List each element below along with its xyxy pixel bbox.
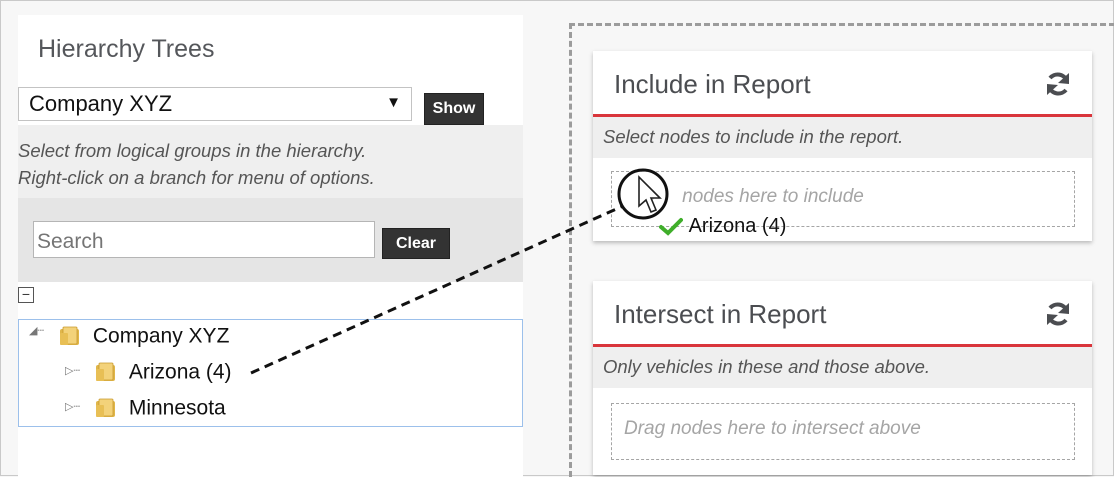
expand-arrow-icon[interactable]: ▷┄ bbox=[65, 400, 80, 413]
search-band: Clear bbox=[18, 198, 523, 282]
intersect-card: Intersect in Report Only vehicles in the… bbox=[593, 281, 1092, 475]
card-header: Intersect in Report bbox=[593, 281, 1092, 347]
card-subtitle: Only vehicles in these and those above. bbox=[593, 347, 1092, 388]
expand-arrow-icon[interactable]: ◢┄ bbox=[29, 324, 44, 337]
tree-node-root[interactable]: Company XYZ bbox=[59, 324, 229, 352]
card-title: Intersect in Report bbox=[614, 299, 827, 329]
app-frame: Hierarchy Trees Company XYZ ▼ Show Selec… bbox=[0, 0, 1114, 477]
tree-node-label: Minnesota bbox=[128, 396, 226, 420]
panel-title: Hierarchy Trees bbox=[38, 35, 215, 63]
collapse-icon[interactable]: − bbox=[18, 287, 34, 303]
folder-icon bbox=[96, 363, 115, 382]
hierarchy-panel: Hierarchy Trees Company XYZ ▼ Show Selec… bbox=[18, 15, 523, 477]
drop-area-border bbox=[569, 23, 572, 477]
dragged-item-label: Arizona (4) bbox=[688, 215, 787, 238]
dropzone-text: Drag nodes here to intersect above bbox=[624, 418, 921, 439]
tree-node-minnesota[interactable]: Minnesota bbox=[95, 396, 226, 424]
tree-node-label: Arizona (4) bbox=[128, 360, 232, 384]
tree-select-value: Company XYZ bbox=[29, 91, 173, 116]
card-header: Include in Report bbox=[593, 51, 1092, 117]
drop-area-border bbox=[569, 23, 1114, 26]
folder-icon bbox=[96, 399, 115, 418]
tree-select[interactable]: Company XYZ ▼ bbox=[18, 87, 412, 121]
refresh-icon[interactable] bbox=[1043, 69, 1073, 99]
refresh-icon[interactable] bbox=[1043, 299, 1073, 329]
include-card: Include in Report Select nodes to includ… bbox=[593, 51, 1092, 241]
hint-line: Right-click on a branch for menu of opti… bbox=[18, 167, 375, 188]
hint-text: Select from logical groups in the hierar… bbox=[18, 125, 523, 198]
card-title: Include in Report bbox=[614, 69, 811, 99]
hierarchy-tree: ◢┄ Company XYZ ▷┄ Arizona (4) ▷┄ Minneso… bbox=[18, 319, 523, 427]
search-input[interactable] bbox=[33, 221, 375, 258]
tree-node-arizona[interactable]: Arizona (4) bbox=[95, 360, 232, 388]
show-button[interactable]: Show bbox=[424, 93, 484, 125]
expand-arrow-icon[interactable]: ▷┄ bbox=[65, 364, 80, 377]
dropzone-text: nodes here to include bbox=[682, 186, 864, 207]
folder-icon bbox=[60, 327, 79, 346]
check-icon bbox=[659, 217, 683, 236]
chevron-down-icon: ▼ bbox=[386, 94, 401, 111]
tree-node-label: Company XYZ bbox=[92, 324, 230, 348]
intersect-dropzone[interactable]: Drag nodes here to intersect above bbox=[611, 403, 1075, 460]
hint-line: Select from logical groups in the hierar… bbox=[18, 140, 367, 161]
clear-button[interactable]: Clear bbox=[382, 228, 450, 259]
card-subtitle: Select nodes to include in the report. bbox=[593, 117, 1092, 158]
dragged-item: Arizona (4) bbox=[659, 215, 786, 238]
dropzone-prefix: D bbox=[642, 186, 656, 207]
